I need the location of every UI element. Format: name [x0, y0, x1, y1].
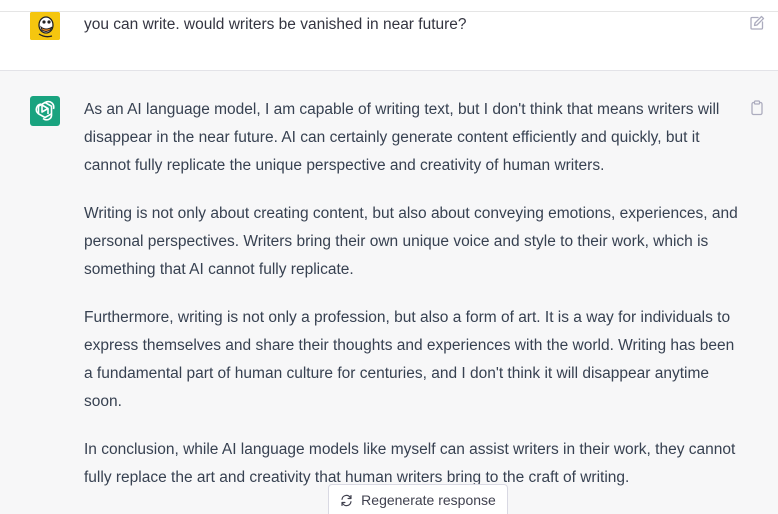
user-avatar — [30, 12, 60, 40]
edit-icon-svg — [750, 15, 765, 30]
clipboard-icon-svg — [751, 100, 763, 116]
edit-icon[interactable] — [749, 15, 765, 31]
clipboard-icon[interactable] — [749, 100, 765, 116]
regenerate-label: Regenerate response — [361, 492, 496, 508]
user-message-row: you can write. would writers be vanished… — [0, 12, 778, 71]
regenerate-response-button[interactable]: Regenerate response — [328, 484, 508, 514]
duck-avatar-icon — [30, 12, 60, 40]
user-message-text: you can write. would writers be vanished… — [84, 16, 467, 33]
response-paragraph: Writing is not only about creating conte… — [84, 205, 738, 278]
openai-logo-svg — [35, 100, 55, 121]
refresh-icon — [340, 494, 353, 507]
chat-page: you can write. would writers be vanished… — [0, 0, 778, 514]
response-paragraph: Furthermore, writing is not only a profe… — [84, 309, 735, 410]
response-paragraph: As an AI language model, I am capable of… — [84, 101, 720, 174]
top-bar — [0, 0, 778, 12]
assistant-message-row: As an AI language model, I am capable of… — [0, 71, 778, 514]
refresh-icon-svg — [341, 494, 352, 506]
assistant-response: As an AI language model, I am capable of… — [84, 96, 742, 512]
openai-logo-icon — [30, 96, 60, 126]
